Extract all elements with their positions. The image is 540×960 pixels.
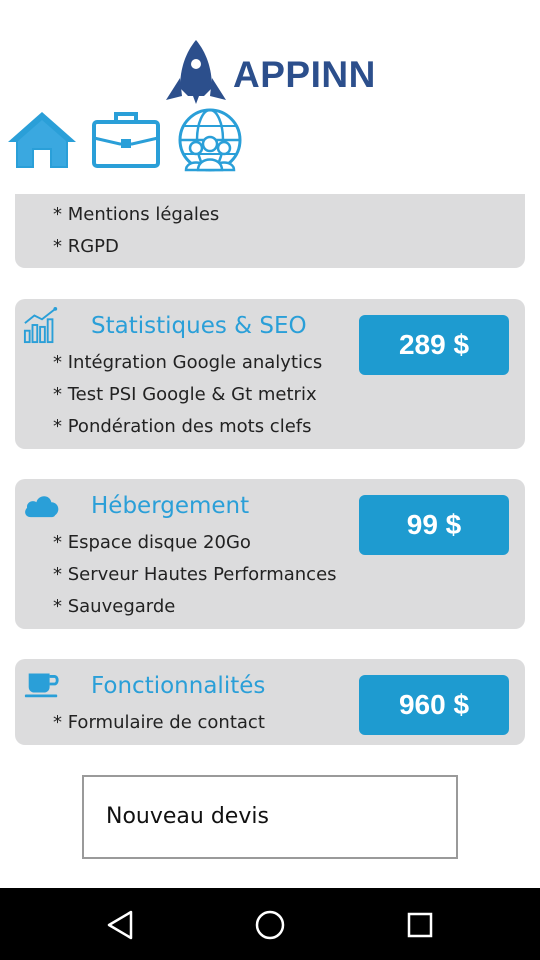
briefcase-icon[interactable] [90, 108, 162, 172]
app-header: APPINN [0, 0, 540, 194]
system-nav-bar [0, 888, 540, 960]
coffee-cup-icon [24, 673, 59, 698]
offer-item: * Sauvegarde [53, 596, 176, 617]
offer-title: Statistiques & SEO [91, 313, 307, 339]
offer-title: Fonctionnalités [91, 673, 266, 699]
new-quote-label: Nouveau devis [106, 804, 269, 829]
offer-card-seo: Statistiques & SEO 289 $ * Intégration G… [15, 299, 525, 449]
offer-item: * Intégration Google analytics [53, 352, 323, 373]
price-button[interactable]: 960 $ [359, 675, 509, 735]
offer-item: * Mentions légales [53, 204, 220, 225]
back-icon[interactable] [103, 908, 137, 942]
globe-team-icon[interactable] [174, 108, 246, 172]
offer-title: Hébergement [91, 493, 250, 519]
app-logo-text: APPINN [233, 54, 376, 95]
price-button[interactable]: 289 $ [359, 315, 509, 375]
offer-card-hosting: Hébergement 99 $ * Espace disque 20Go * … [15, 479, 525, 629]
offer-item: * Serveur Hautes Performances [53, 564, 337, 585]
offer-card-legal: * Mentions légales * RGPD [15, 194, 525, 268]
offer-item: * Pondération des mots clefs [53, 416, 312, 437]
offer-item: * Espace disque 20Go [53, 532, 251, 553]
chart-growth-icon [23, 306, 58, 344]
home-icon[interactable] [6, 108, 78, 172]
offer-item: * Formulaire de contact [53, 712, 265, 733]
offer-card-features: Fonctionnalités 960 $ * Formulaire de co… [15, 659, 525, 745]
cloud-icon [25, 496, 59, 518]
recents-icon[interactable] [403, 908, 437, 942]
new-quote-button[interactable]: Nouveau devis [82, 775, 458, 859]
price-button[interactable]: 99 $ [359, 495, 509, 555]
offer-item: * RGPD [53, 236, 119, 257]
offer-item: * Test PSI Google & Gt metrix [53, 384, 317, 405]
home-circle-icon[interactable] [253, 908, 287, 942]
